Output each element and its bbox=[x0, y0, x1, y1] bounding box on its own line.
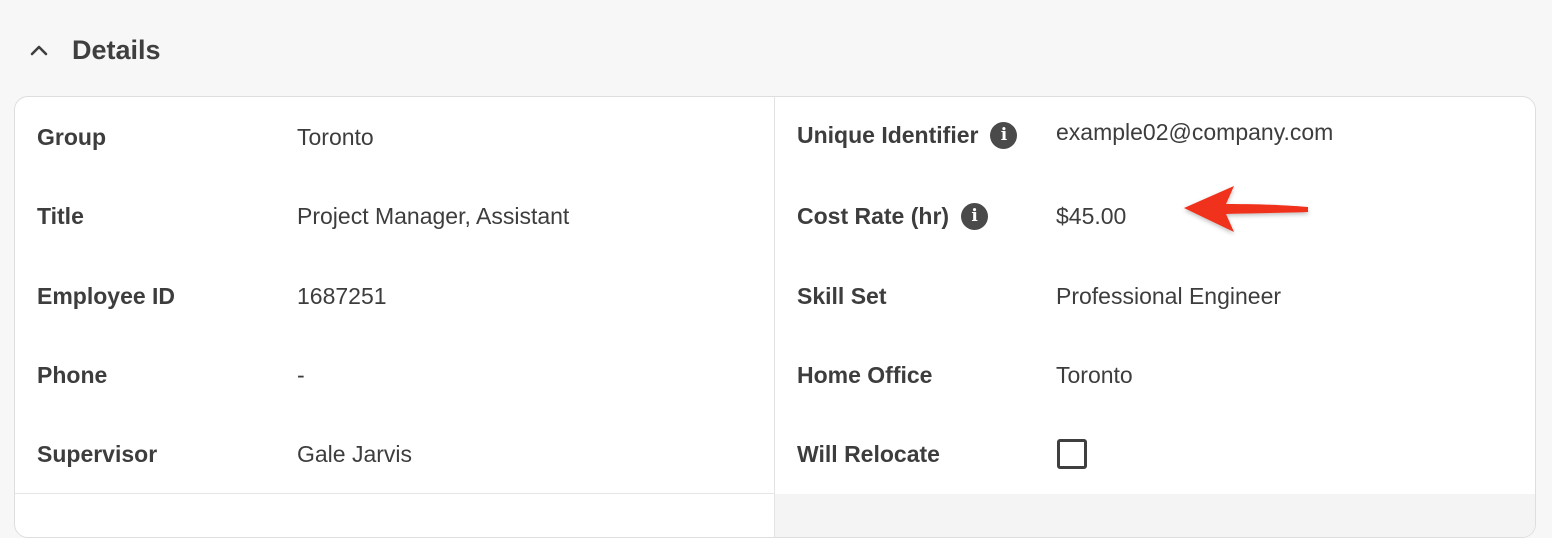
field-value: Project Manager, Assistant bbox=[297, 202, 570, 229]
row-divider bbox=[15, 493, 774, 494]
field-employee-id: Employee ID 1687251 bbox=[15, 276, 774, 316]
field-value: Gale Jarvis bbox=[297, 440, 413, 467]
field-skill-set: Skill Set Professional Engineer bbox=[775, 276, 1535, 316]
red-arrow-icon bbox=[1184, 186, 1308, 232]
chevron-up-icon bbox=[26, 37, 52, 63]
info-icon[interactable]: i bbox=[961, 202, 989, 230]
details-section-toggle[interactable]: Details bbox=[26, 28, 161, 72]
info-icon[interactable]: i bbox=[990, 121, 1018, 149]
field-value: 1687251 bbox=[297, 282, 387, 309]
field-label: Unique Identifier i bbox=[797, 121, 1018, 149]
field-label: Group bbox=[37, 123, 106, 150]
details-left-column: Group Toronto Title Project Manager, Ass… bbox=[15, 97, 774, 537]
field-label: Employee ID bbox=[37, 282, 176, 309]
field-label-text: Cost Rate (hr) bbox=[797, 202, 950, 229]
field-phone: Phone - bbox=[15, 355, 774, 395]
details-card: Group Toronto Title Project Manager, Ass… bbox=[14, 96, 1536, 538]
bottom-strip bbox=[775, 494, 1535, 537]
field-unique-identifier: Unique Identifier i example02@company.co… bbox=[775, 115, 1535, 155]
field-title: Title Project Manager, Assistant bbox=[15, 196, 774, 236]
field-value: $45.00 bbox=[1056, 202, 1127, 229]
field-label: Supervisor bbox=[37, 440, 158, 467]
field-cost-rate: Cost Rate (hr) i $45.00 bbox=[775, 196, 1535, 236]
field-label: Title bbox=[37, 202, 84, 229]
field-will-relocate: Will Relocate bbox=[775, 434, 1535, 474]
field-group: Group Toronto bbox=[15, 117, 774, 157]
field-label: Skill Set bbox=[797, 282, 887, 309]
field-value: example02@company.com bbox=[1056, 119, 1334, 145]
field-supervisor: Supervisor Gale Jarvis bbox=[15, 434, 774, 474]
details-right-column: Unique Identifier i example02@company.co… bbox=[774, 97, 1535, 537]
field-value: Toronto bbox=[297, 123, 374, 150]
field-label-text: Unique Identifier bbox=[797, 121, 979, 148]
field-value: Professional Engineer bbox=[1056, 282, 1282, 309]
field-label: Cost Rate (hr) i bbox=[797, 202, 989, 230]
will-relocate-checkbox[interactable] bbox=[1057, 439, 1087, 469]
field-home-office: Home Office Toronto bbox=[775, 355, 1535, 395]
section-title: Details bbox=[72, 34, 161, 65]
field-label: Phone bbox=[37, 361, 108, 388]
field-value: Toronto bbox=[1056, 361, 1133, 388]
field-label: Home Office bbox=[797, 361, 933, 388]
field-label: Will Relocate bbox=[797, 440, 940, 467]
field-value: - bbox=[297, 361, 305, 388]
